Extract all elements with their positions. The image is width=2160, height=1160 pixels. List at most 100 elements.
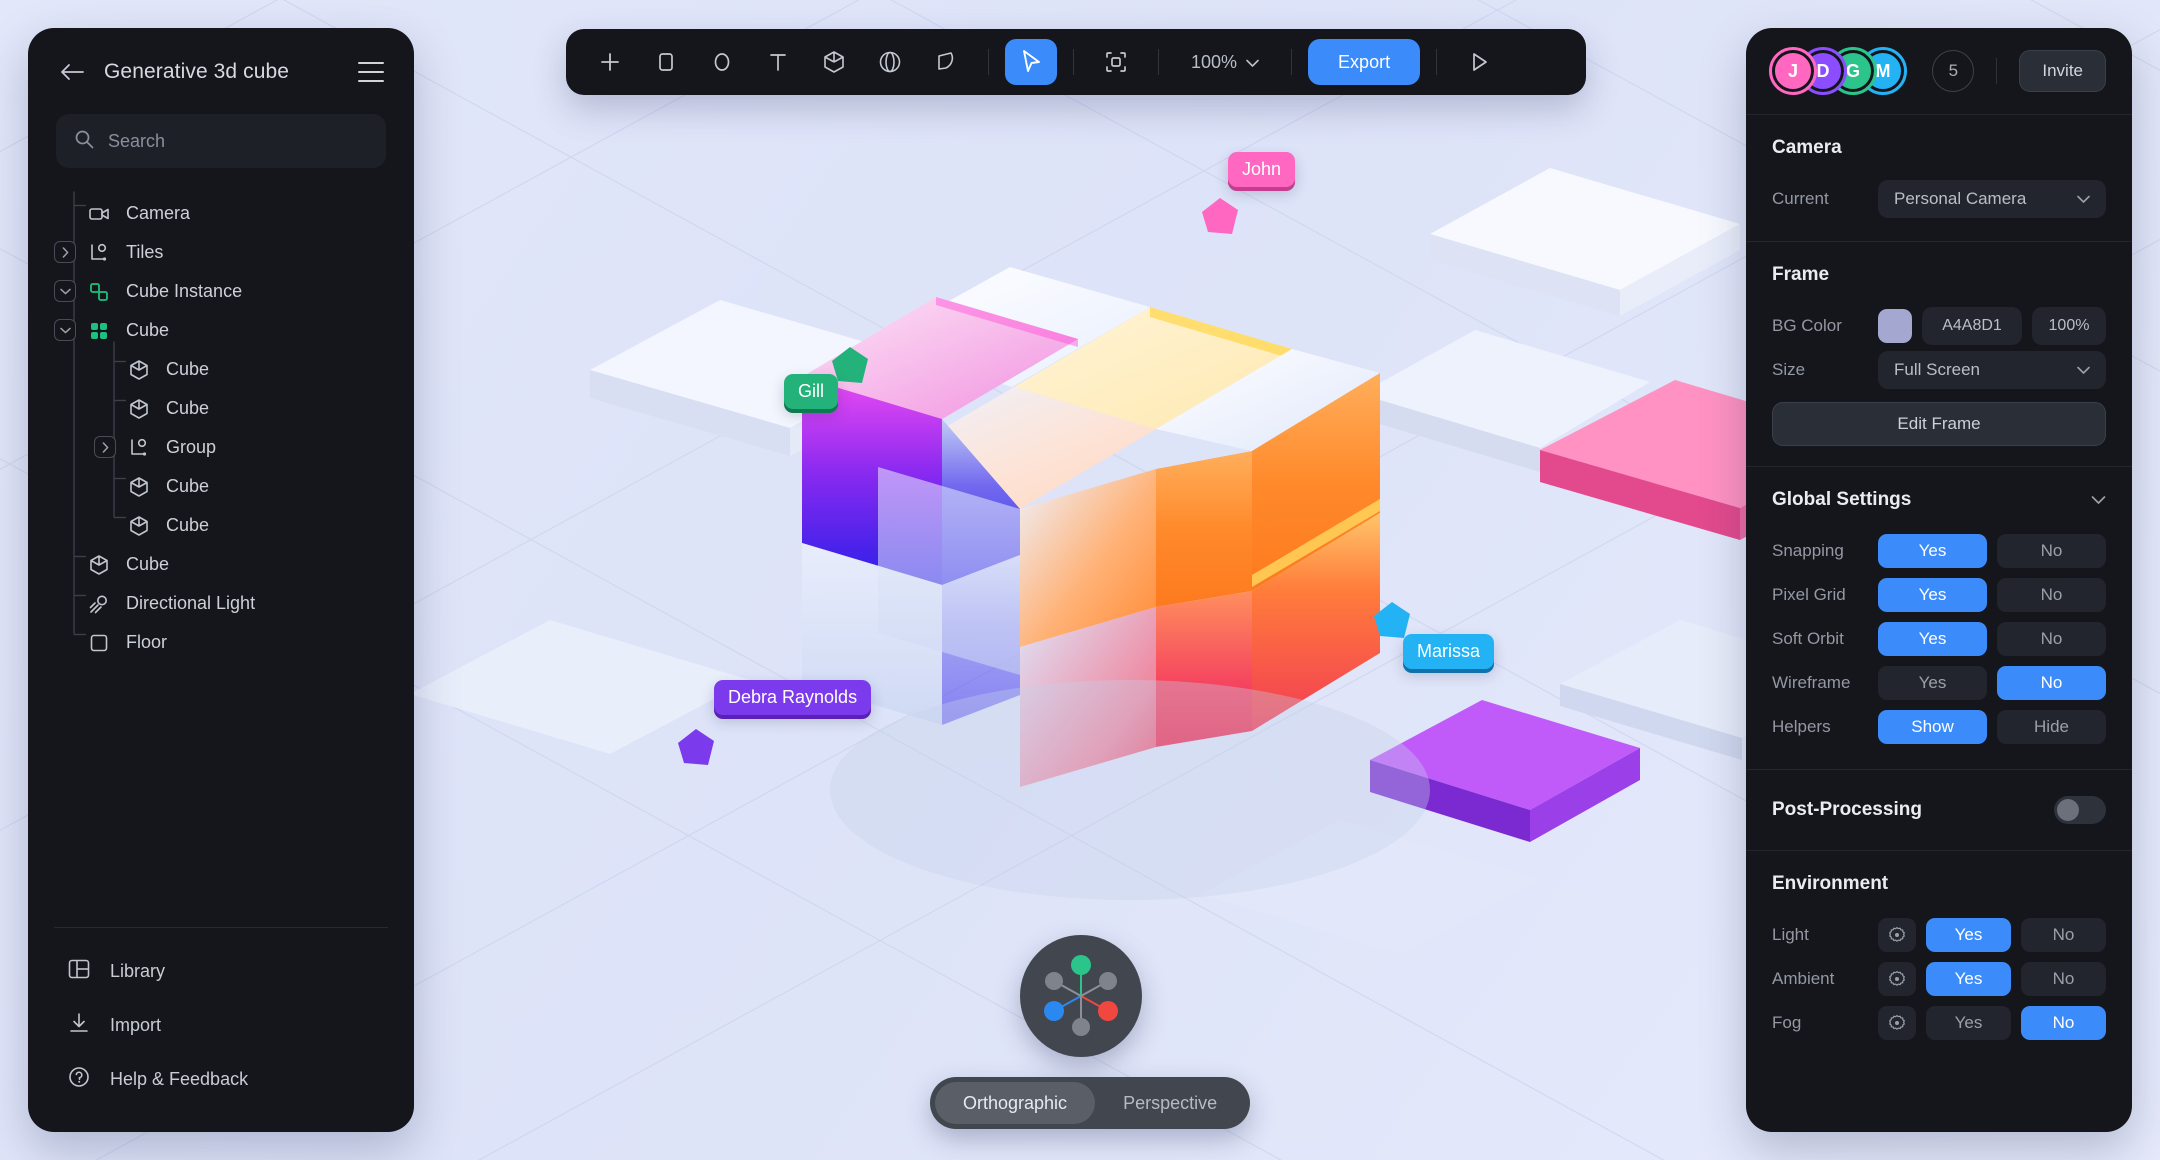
import-download-icon: [68, 1012, 90, 1039]
section-frame: Frame BG Color A4A8D1 100% Size Full Scr…: [1746, 242, 2132, 467]
section-title: Environment: [1772, 873, 1889, 894]
option-hide[interactable]: Hide: [1997, 710, 2106, 744]
cursor-label: Debra Raynolds: [714, 680, 872, 715]
setting-label: Helpers: [1772, 717, 1831, 736]
global-settings-rows: Snapping Yes No Pixel Grid Yes No Soft Orbit Ye…: [1772, 529, 2106, 749]
section-title: Camera: [1772, 137, 1842, 158]
back-arrow-icon[interactable]: [58, 58, 86, 86]
option-yes[interactable]: Yes: [1878, 578, 1987, 612]
bg-opacity-input[interactable]: 100%: [2032, 307, 2106, 345]
option-yes[interactable]: Yes: [1878, 622, 1987, 656]
setting-label: Wireframe: [1772, 673, 1851, 692]
collaborator-overflow-count[interactable]: 5: [1932, 50, 1975, 92]
gear-icon[interactable]: [1878, 1006, 1916, 1040]
option-yes[interactable]: Yes: [1878, 666, 1987, 700]
option-yes[interactable]: Yes: [1878, 534, 1987, 568]
search-box[interactable]: [56, 114, 386, 168]
layer-tree-item[interactable]: Tiles: [28, 233, 414, 272]
layer-tree-item[interactable]: Group: [28, 428, 414, 467]
projection-option-perspective[interactable]: Perspective: [1095, 1082, 1245, 1124]
option-yes[interactable]: Yes: [1926, 1006, 2011, 1040]
tool-add-icon[interactable]: [584, 39, 636, 85]
layer-name: Directional Light: [126, 593, 256, 613]
layer-tree-item[interactable]: Camera: [28, 194, 414, 233]
tool-ellipse-icon[interactable]: [696, 39, 748, 85]
segmented-control: Yes No: [1878, 578, 2106, 612]
layer-name: Camera: [126, 203, 191, 223]
option-no[interactable]: No: [2021, 918, 2106, 952]
option-no[interactable]: No: [1997, 578, 2106, 612]
frame-icon[interactable]: [1090, 39, 1142, 85]
gizmo-axis-z: [1044, 1001, 1064, 1021]
layer-tree-item[interactable]: Cube: [28, 506, 414, 545]
layer-tree-item[interactable]: Cube: [28, 545, 414, 584]
option-no[interactable]: No: [1997, 534, 2106, 568]
camera-select-value: Personal Camera: [1894, 189, 2027, 208]
option-no[interactable]: No: [2021, 1006, 2106, 1040]
toolbar-divider: [1158, 49, 1159, 75]
frame-size-select[interactable]: Full Screen: [1878, 351, 2106, 389]
sidebar-item-help-feedback[interactable]: Help & Feedback: [28, 1052, 414, 1106]
segmented-control: Yes No: [1926, 962, 2106, 996]
sidebar-item-library[interactable]: Library: [28, 944, 414, 998]
gear-icon[interactable]: [1878, 962, 1916, 996]
tool-sphere-icon[interactable]: [864, 39, 916, 85]
edit-frame-button[interactable]: Edit Frame: [1772, 402, 2106, 446]
layer-name: Floor: [126, 632, 168, 652]
layer-tree-item[interactable]: Cube: [28, 350, 414, 389]
panel-sections: Camera Current Personal Camera Frame BG …: [1746, 115, 2132, 1132]
layer-tree-item[interactable]: Cube: [28, 389, 414, 428]
section-global-settings: Global Settings Snapping Yes No Pixel Grid Y…: [1746, 467, 2132, 770]
hamburger-menu-icon[interactable]: [358, 62, 384, 82]
layer-tree-item[interactable]: Cube Instance: [28, 272, 414, 311]
segmented-control: Yes No: [1878, 534, 2106, 568]
collaborators-bar: JDGM 5 Invite: [1746, 28, 2132, 115]
chevron-down-icon[interactable]: [2091, 489, 2106, 511]
layer-tree-item[interactable]: Directional Light: [28, 584, 414, 623]
cursor-blob-icon: [1202, 198, 1238, 234]
tool-rectangle-icon[interactable]: [640, 39, 692, 85]
layer-tree-item[interactable]: Floor: [28, 623, 414, 662]
field-label: BG Color: [1772, 316, 1842, 335]
layer-tree-item[interactable]: Cube: [28, 311, 414, 350]
camera-select[interactable]: Personal Camera: [1878, 180, 2106, 218]
axis-gizmo[interactable]: [1020, 935, 1142, 1057]
cursor-label: Gill: [784, 374, 838, 409]
tool-pen-icon[interactable]: [920, 39, 972, 85]
tool-text-icon[interactable]: [752, 39, 804, 85]
invite-button[interactable]: Invite: [2019, 50, 2106, 92]
tool-cube-icon[interactable]: [808, 39, 860, 85]
tool-cursor-icon[interactable]: [1005, 39, 1057, 85]
layer-tree-item[interactable]: Cube: [28, 467, 414, 506]
zoom-level-control[interactable]: 100%: [1175, 52, 1275, 73]
option-show[interactable]: Show: [1878, 710, 1987, 744]
projection-option-orthographic[interactable]: Orthographic: [935, 1082, 1096, 1124]
post-processing-toggle[interactable]: [2054, 796, 2106, 824]
section-camera: Camera Current Personal Camera: [1746, 115, 2132, 242]
chevron-down-icon[interactable]: [54, 319, 76, 341]
avatar[interactable]: J: [1769, 47, 1817, 95]
sidebar-item-import[interactable]: Import: [28, 998, 414, 1052]
chevron-down-icon[interactable]: [54, 280, 76, 302]
option-yes[interactable]: Yes: [1926, 962, 2011, 996]
option-no[interactable]: No: [2021, 962, 2106, 996]
section-environment: Environment Light Yes No Ambient Yes No Fog Yes…: [1746, 851, 2132, 1065]
export-button[interactable]: Export: [1308, 39, 1421, 85]
chevron-right-icon[interactable]: [54, 241, 76, 263]
search-input[interactable]: [108, 130, 368, 152]
chevron-right-icon[interactable]: [94, 436, 116, 458]
bg-color-swatch[interactable]: [1878, 309, 1912, 343]
play-preview-icon[interactable]: [1453, 39, 1505, 85]
setting-label: Snapping: [1772, 541, 1844, 560]
layer-name: Cube: [166, 398, 210, 418]
option-yes[interactable]: Yes: [1926, 918, 2011, 952]
setting-row-snapping: Snapping Yes No: [1772, 529, 2106, 573]
instance-icon: [86, 279, 112, 305]
bg-color-hex-input[interactable]: A4A8D1: [1922, 307, 2022, 345]
option-no[interactable]: No: [1997, 622, 2106, 656]
collaborator-cursor-debra: Debra Raynolds: [676, 680, 872, 774]
gear-icon[interactable]: [1878, 918, 1916, 952]
option-no[interactable]: No: [1997, 666, 2106, 700]
cube-icon: [86, 552, 112, 578]
cube-icon: [126, 396, 152, 422]
